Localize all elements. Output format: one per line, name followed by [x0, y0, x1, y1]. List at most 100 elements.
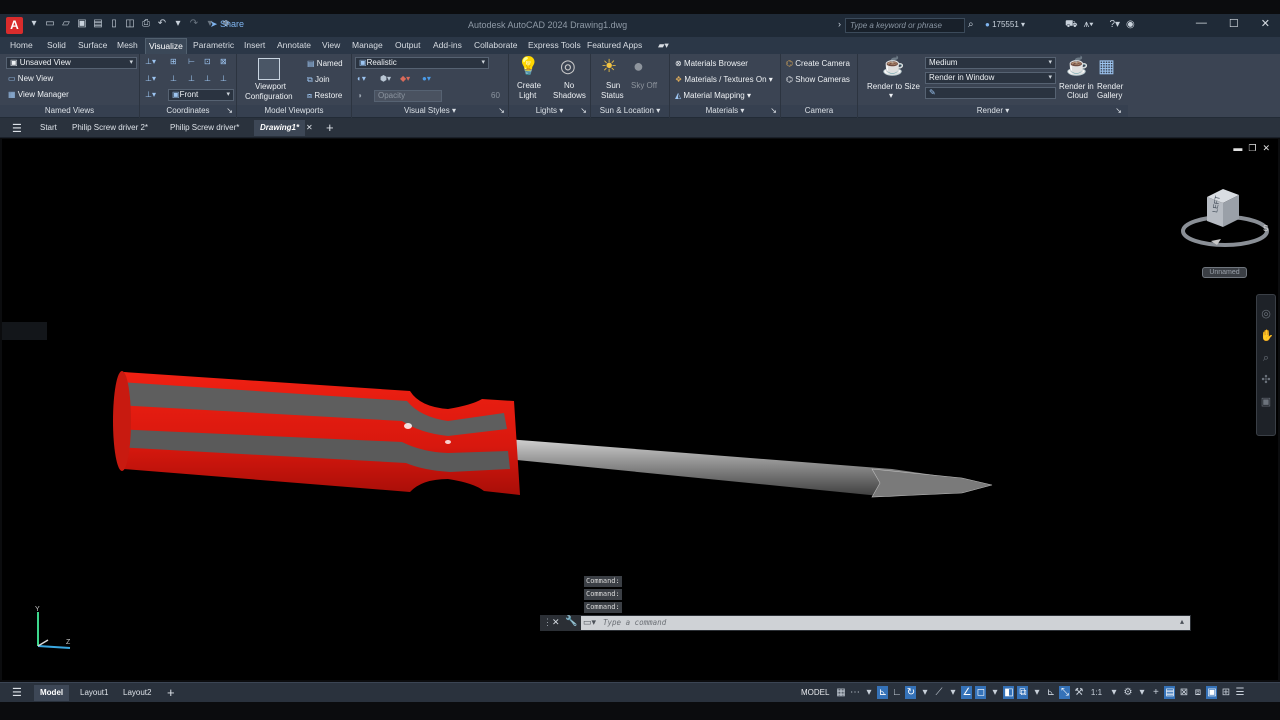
tab-parametric[interactable]: Parametric — [193, 40, 234, 50]
render-cloud-icon[interactable]: ☕ — [1066, 56, 1088, 77]
xray-toggle-icon[interactable]: ◑ — [357, 91, 362, 100]
chevron-down-icon[interactable]: ▾ — [947, 686, 958, 699]
recent-commands-icon[interactable]: ▭▾ — [583, 617, 596, 628]
no-shadows-label[interactable]: No — [564, 81, 574, 90]
restore-viewports-button[interactable]: ⧈ Restore — [307, 91, 342, 101]
annotation-monitor-icon[interactable]: + — [1150, 686, 1161, 699]
sun-status-icon[interactable]: ☀ — [601, 56, 617, 77]
viewcube[interactable]: LEFT S — [1177, 179, 1277, 279]
close-command-icon[interactable]: ✕ — [552, 617, 560, 628]
ucs-face-icon[interactable]: ⊥ — [220, 74, 227, 83]
tab-mesh[interactable]: Mesh — [117, 40, 138, 50]
selection-cycling-icon[interactable]: ⤡ — [1059, 686, 1071, 699]
chevron-down-icon[interactable]: ▾ — [889, 91, 893, 100]
render-to-size-label[interactable]: Render to Size — [867, 82, 920, 91]
tab-express-tools[interactable]: Express Tools — [528, 40, 581, 50]
view-manager-button[interactable]: ▦ View Manager — [8, 90, 69, 99]
autodesk-app-store-icon[interactable]: ◉ — [1126, 19, 1135, 32]
tab-start[interactable]: Start — [40, 123, 57, 132]
color-sphere-icon[interactable]: ●▾ — [422, 74, 431, 83]
hardware-acceleration-icon[interactable]: ▣ — [1206, 686, 1218, 699]
tab-surface[interactable]: Surface — [78, 40, 107, 50]
tab-insert[interactable]: Insert — [244, 40, 265, 50]
ucs-y-icon[interactable]: ⊥ — [170, 74, 177, 83]
save-as-icon[interactable]: ▤ — [92, 18, 104, 30]
close-icon[interactable]: ✕ — [1261, 17, 1270, 30]
sun-location-label[interactable]: Sun & Location — [600, 106, 654, 115]
render-quality-select[interactable]: Medium ▾ — [925, 57, 1056, 69]
object-snap-tracking-icon[interactable]: ∠ — [961, 686, 973, 699]
tab-annotate[interactable]: Annotate — [277, 40, 311, 50]
close-tab-icon[interactable]: ✕ — [306, 123, 313, 132]
search-arrow-icon[interactable]: › — [838, 19, 841, 29]
infer-constraints-icon[interactable]: ⊾ — [877, 686, 889, 699]
chevron-down-icon[interactable]: ▾ — [1136, 686, 1147, 699]
tab-output[interactable]: Output — [395, 40, 421, 50]
new-view-button[interactable]: ▭ New View — [8, 74, 53, 83]
dropdown-icon[interactable]: ▾ — [28, 18, 40, 30]
chevron-down-icon[interactable]: ▾ — [1031, 686, 1042, 699]
undo-dropdown-icon[interactable]: ▾ — [172, 18, 184, 30]
launcher-icon[interactable]: ↘ — [1115, 105, 1122, 117]
cart-icon[interactable]: ⛟ — [1065, 19, 1078, 32]
search-icon[interactable]: ⌕ — [968, 19, 974, 30]
create-light-label[interactable]: Create — [517, 81, 541, 90]
showmotion-icon[interactable]: ▣ — [1260, 391, 1272, 413]
plot-icon[interactable]: ⎙ — [140, 18, 152, 30]
sky-off-label[interactable]: Sky Off — [631, 81, 657, 90]
customize-wrench-icon[interactable]: 🔧 — [565, 616, 577, 627]
render-gallery-icon[interactable]: ▦ — [1098, 56, 1115, 77]
chevron-down-icon[interactable]: ▾ — [989, 686, 1000, 699]
create-camera-button[interactable]: ⌬ Create Camera — [786, 59, 850, 68]
new-tab-icon[interactable]: + — [326, 120, 334, 135]
tab-view[interactable]: View — [322, 40, 340, 50]
chevron-down-icon[interactable]: ▾ — [1108, 686, 1119, 699]
tab-visualize[interactable]: Visualize — [145, 38, 187, 54]
lineweight-icon[interactable]: ⊾ — [1045, 686, 1056, 699]
tab-featured-apps[interactable]: Featured Apps — [587, 40, 642, 50]
no-shadows-label2[interactable]: Shadows — [553, 91, 586, 100]
materials-browser-button[interactable]: ⊗ Materials Browser — [675, 59, 748, 68]
drawing-viewport[interactable]: ▬ ❐ ✕ LEFT S Unnamed ◎ ✋ ⌕ ✣ ▣ Y Z — [2, 139, 1278, 680]
tab-layout2[interactable]: Layout2 — [123, 688, 151, 697]
workspace-gear-icon[interactable]: ⚙ — [1122, 686, 1133, 699]
render-label[interactable]: Render — [977, 106, 1003, 115]
ucs-z-icon[interactable]: ⊥ — [188, 74, 195, 83]
clean-screen-icon[interactable]: ⊞ — [1220, 686, 1231, 699]
ucs-named-icon[interactable]: ⊥▾ — [145, 90, 156, 99]
grid-icon[interactable]: ▦ — [835, 686, 846, 699]
edge-display-icon[interactable]: ⬢▾ — [380, 74, 391, 83]
shadow-display-icon[interactable]: ◐▾ — [357, 74, 366, 83]
orbit-icon[interactable]: ✣ — [1260, 369, 1272, 391]
ucs-select[interactable]: ▣Front ▾ — [168, 89, 234, 101]
ucs-x-icon[interactable]: ⊥▾ — [145, 74, 156, 83]
steering-wheel-icon[interactable]: ◎ — [1260, 303, 1272, 325]
grip-handle-icon[interactable]: ⋮ — [543, 617, 552, 628]
redo-icon[interactable]: ↷ — [188, 18, 200, 30]
viewport-config-label[interactable]: Viewport — [255, 82, 286, 91]
lights-label[interactable]: Lights — [536, 106, 557, 115]
viewport-config-label2[interactable]: Configuration — [245, 92, 293, 101]
ucs-origin-icon[interactable]: ⊢ — [188, 57, 195, 66]
face-style-icon[interactable]: ◆▾ — [400, 74, 410, 83]
expand-history-icon[interactable]: ▴ — [1180, 617, 1184, 626]
create-light-icon[interactable]: 💡 — [517, 56, 539, 77]
render-gallery-label[interactable]: Render — [1097, 82, 1123, 91]
undo-icon[interactable]: ↶ — [156, 18, 168, 30]
launcher-icon[interactable]: ↘ — [580, 105, 587, 117]
tab-model[interactable]: Model — [34, 685, 70, 701]
open-file-icon[interactable]: ▱ — [60, 18, 72, 30]
named-viewports-button[interactable]: ▤ Named — [307, 59, 343, 68]
visual-styles-label[interactable]: Visual Styles — [404, 106, 450, 115]
tab-solid[interactable]: Solid — [47, 40, 66, 50]
tab-add-ins[interactable]: Add-ins — [433, 40, 462, 50]
zoom-icon[interactable]: ⌕ — [1260, 347, 1272, 369]
save-icon[interactable]: ▣ — [76, 18, 88, 30]
ucs-world-icon[interactable]: ⊞ — [170, 57, 177, 66]
viewport-configuration-icon[interactable] — [258, 58, 280, 80]
tab-home[interactable]: Home — [10, 40, 33, 50]
object-snap-icon[interactable]: ◻ — [975, 686, 987, 699]
no-shadows-icon[interactable]: ◎ — [560, 56, 576, 77]
new-file-icon[interactable]: ▭ — [44, 18, 56, 30]
app-menu-button[interactable]: A — [6, 17, 23, 34]
